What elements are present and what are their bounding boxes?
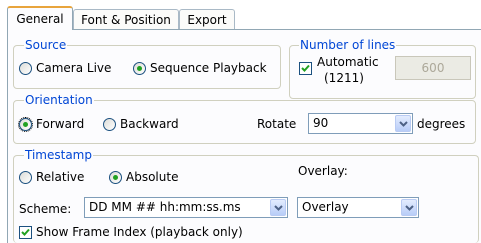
tab-export[interactable]: Export <box>179 9 235 29</box>
absolute-radio[interactable] <box>109 171 122 184</box>
backward-label[interactable]: Backward <box>120 117 179 131</box>
radio-selected-dot <box>23 122 28 127</box>
relative-label[interactable]: Relative <box>36 170 84 184</box>
chevron-down-icon <box>274 205 283 211</box>
scheme-dropdown[interactable]: DD MM ## hh:mm:ss.ms <box>84 197 288 218</box>
radio-selected-dot <box>137 66 142 71</box>
number-of-lines-legend: Number of lines <box>299 38 397 52</box>
absolute-label[interactable]: Absolute <box>126 170 178 184</box>
scheme-value: DD MM ## hh:mm:ss.ms <box>89 200 241 214</box>
overlay-label: Overlay: <box>298 164 348 178</box>
scheme-label: Scheme: <box>19 202 72 216</box>
tab-general-label: General <box>16 12 64 26</box>
rotate-value: 90 <box>313 116 329 130</box>
degrees-label: degrees <box>417 117 466 131</box>
rotate-dropdown[interactable]: 90 <box>308 113 413 134</box>
show-frame-index-checkbox[interactable] <box>19 226 32 239</box>
lines-count-field[interactable]: 600 <box>395 56 471 80</box>
chevron-down-icon <box>405 205 414 211</box>
orientation-legend: Orientation <box>24 93 94 107</box>
scheme-dropdown-button[interactable] <box>270 199 286 216</box>
tab-general[interactable]: General <box>7 6 73 30</box>
relative-radio[interactable] <box>19 171 32 184</box>
sequence-playback-radio[interactable] <box>133 62 146 75</box>
overlay-value: Overlay <box>302 200 349 214</box>
tab-font-position[interactable]: Font & Position <box>73 9 179 29</box>
radio-selected-dot <box>113 175 118 180</box>
forward-label[interactable]: Forward <box>36 117 84 131</box>
automatic-label[interactable]: Automatic <box>317 55 379 69</box>
overlay-dropdown-button[interactable] <box>401 199 417 216</box>
checkmark-icon <box>301 64 310 72</box>
forward-radio[interactable] <box>18 117 33 132</box>
checkmark-icon <box>21 228 30 236</box>
sequence-playback-label[interactable]: Sequence Playback <box>150 61 267 75</box>
camera-live-radio[interactable] <box>19 62 32 75</box>
backward-radio[interactable] <box>103 118 116 131</box>
automatic-checkbox[interactable] <box>299 62 312 75</box>
camera-live-label[interactable]: Camera Live <box>36 61 111 75</box>
overlay-dropdown[interactable]: Overlay <box>297 197 419 218</box>
timestamp-legend: Timestamp <box>24 148 93 162</box>
tab-export-label: Export <box>187 13 227 27</box>
source-legend: Source <box>24 38 68 52</box>
rotate-label: Rotate <box>257 117 297 131</box>
rotate-dropdown-button[interactable] <box>395 115 411 132</box>
automatic-value: (1211) <box>324 71 364 85</box>
tab-font-position-label: Font & Position <box>81 13 171 27</box>
chevron-down-icon <box>399 121 408 127</box>
show-frame-index-label[interactable]: Show Frame Index (playback only) <box>36 225 243 239</box>
